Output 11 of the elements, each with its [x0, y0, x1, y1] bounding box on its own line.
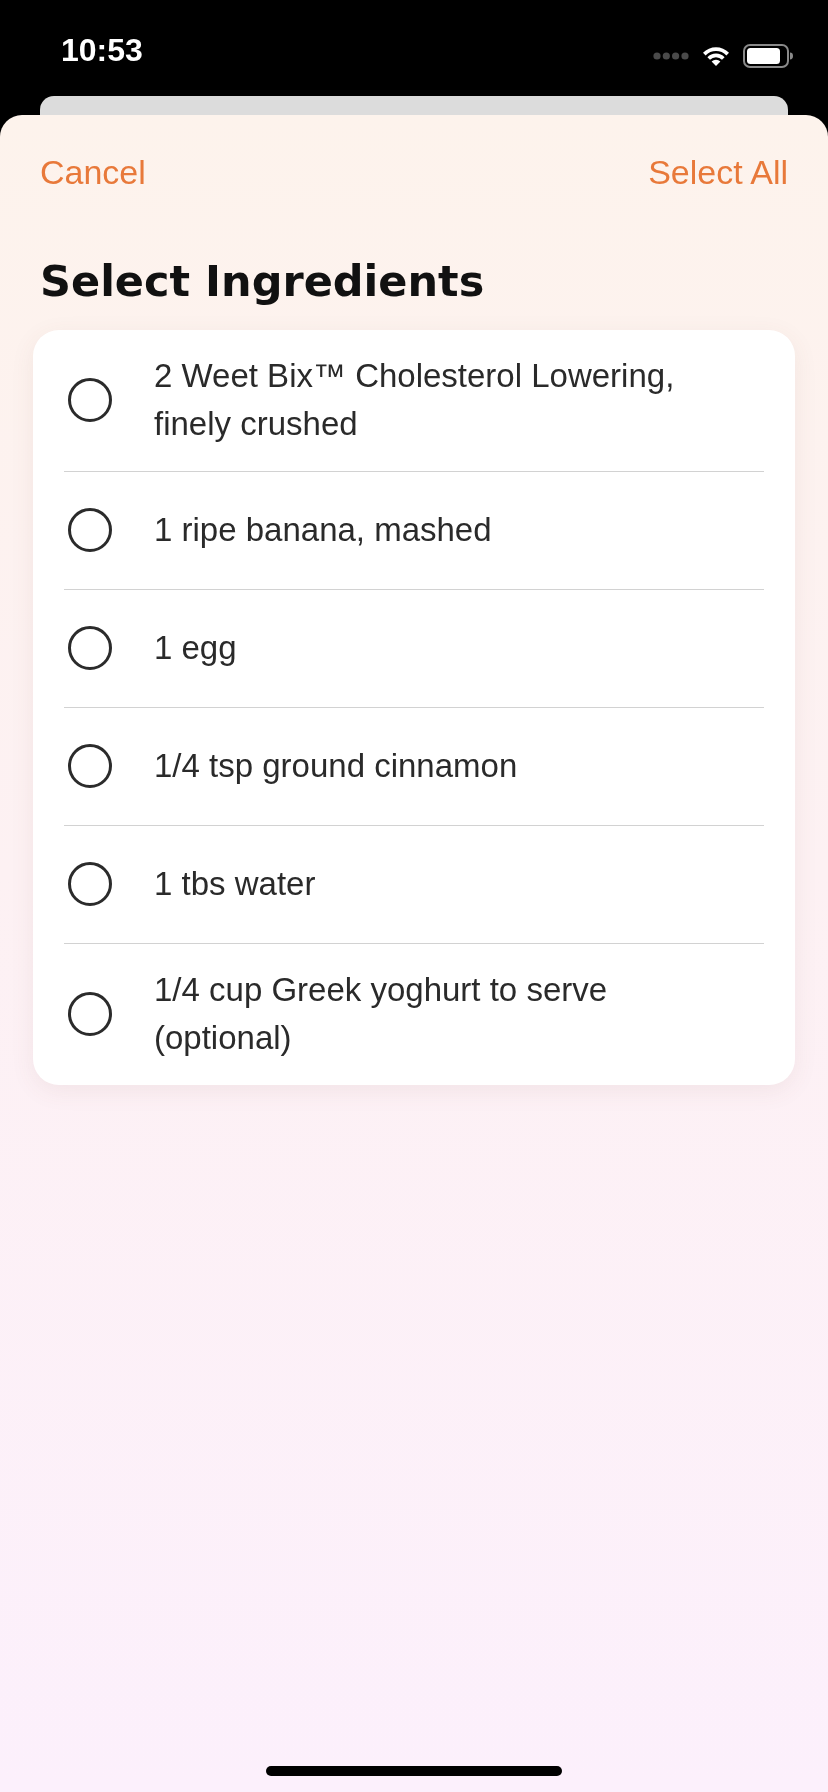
ingredient-option[interactable]: 1/4 tsp ground cinnamon	[33, 708, 795, 825]
ingredient-option[interactable]: 2 Weet Bix™ Cholesterol Lowering, finely crushed	[33, 330, 795, 471]
wifi-icon	[701, 45, 731, 67]
ingredient-option[interactable]: 1 ripe banana, mashed	[33, 472, 795, 589]
ingredient-option[interactable]: 1/4 cup Greek yoghurt to serve (optional)	[33, 944, 795, 1085]
ingredient-option[interactable]: 1 tbs water	[33, 826, 795, 943]
battery-icon	[743, 44, 793, 68]
signal-icon	[653, 52, 689, 60]
page-title: Select Ingredients	[40, 256, 486, 306]
ingredient-option[interactable]: 1 egg	[33, 590, 795, 707]
status-time: 10:53	[61, 32, 143, 68]
